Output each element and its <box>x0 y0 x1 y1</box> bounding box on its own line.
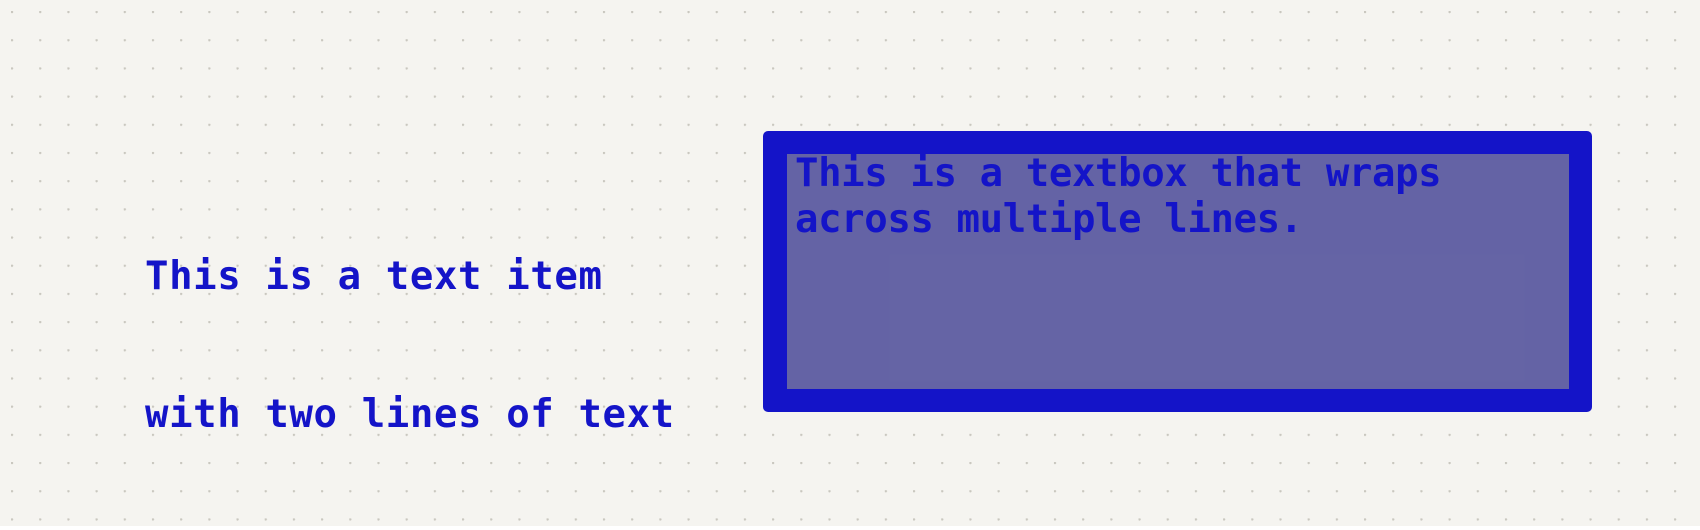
text-item-line-2: with two lines of text <box>145 392 675 437</box>
textbox[interactable]: This is a textbox that wraps across mult… <box>763 131 1592 412</box>
text-item-line-1: This is a text item <box>145 254 603 299</box>
textbox-text: This is a textbox that wraps across mult… <box>795 154 1442 242</box>
text-item[interactable]: This is a text item with two lines of te… <box>145 162 675 530</box>
textbox-fill: This is a textbox that wraps across mult… <box>787 154 1569 389</box>
whiteboard-canvas[interactable]: This is a text item with two lines of te… <box>0 0 1700 526</box>
